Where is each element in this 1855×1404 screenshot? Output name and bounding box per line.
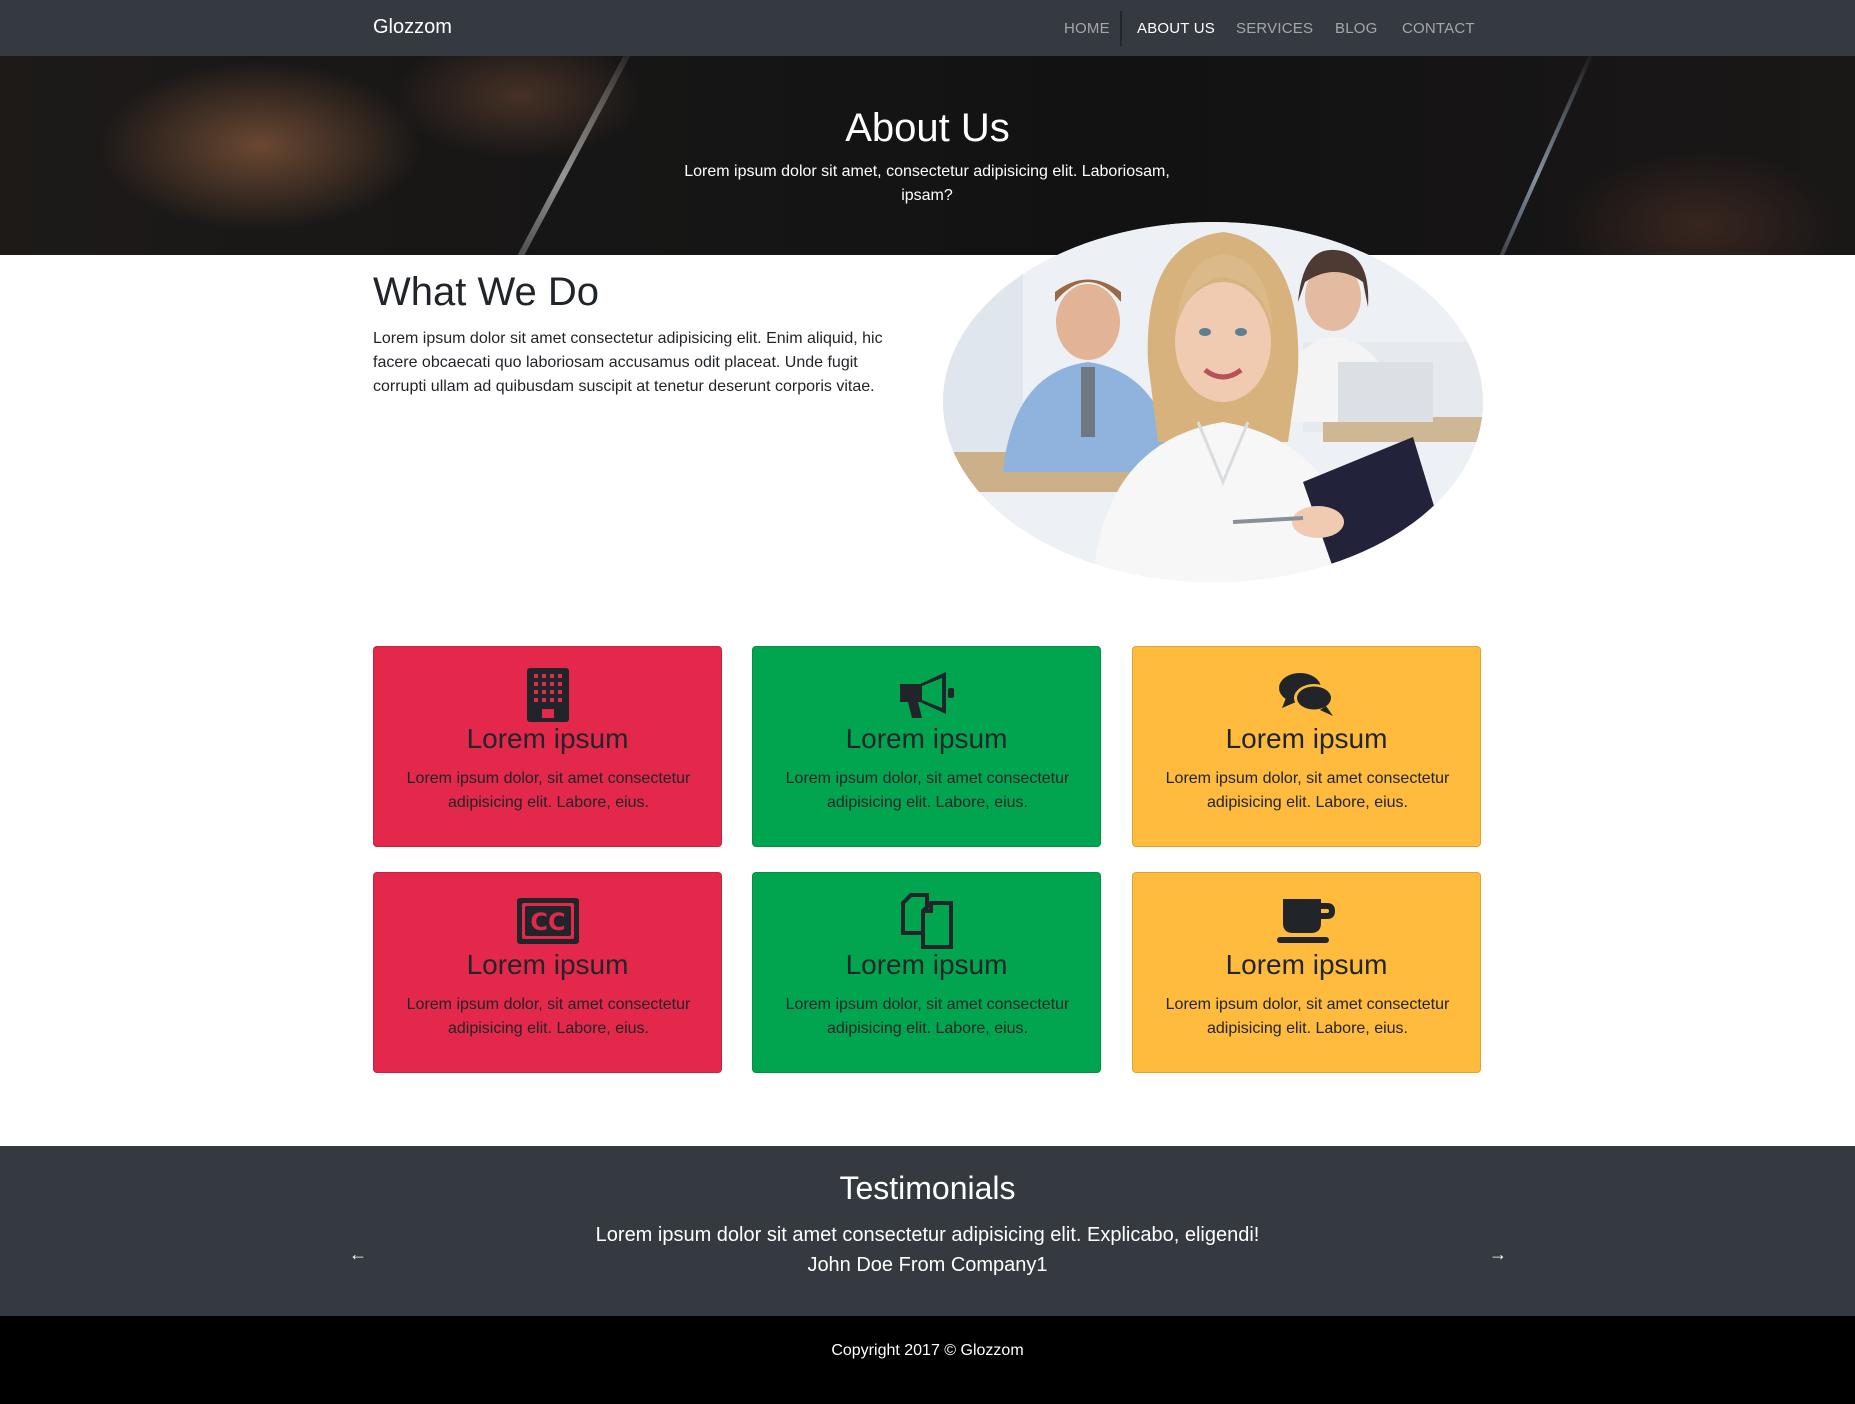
feature-card-title: Lorem ipsum (1225, 949, 1388, 980)
nav-divider (1120, 11, 1122, 46)
feature-card-title: Lorem ipsum (466, 723, 629, 754)
hero-subtitle: Lorem ipsum dolor sit amet, consectetur … (684, 163, 1170, 204)
nav-menu: HOME ABOUT US SERVICES BLOG CONTACT (0, 0, 1855, 56)
copyright-text: Copyright 2017 © Glozzom (831, 1342, 1024, 1359)
feature-card: Lorem ipsum Lorem ipsum dolor, sit amet … (752, 646, 1101, 847)
hero-light-streak (1478, 56, 1596, 255)
copy-icon (753, 893, 1100, 949)
feature-card: Lorem ipsum Lorem ipsum dolor, sit amet … (752, 872, 1101, 1073)
feature-card-text: Lorem ipsum dolor, sit amet consectetur … (785, 996, 1070, 1037)
team-photo (943, 222, 1483, 582)
what-we-do-title: What We Do (373, 270, 599, 314)
feature-card-title: Lorem ipsum (845, 949, 1008, 980)
nav-item-home[interactable]: HOME (1064, 20, 1110, 37)
feature-card-title: Lorem ipsum (845, 723, 1008, 754)
coffee-icon (1133, 893, 1480, 949)
comments-icon (1133, 667, 1480, 723)
feature-card: Lorem ipsum Lorem ipsum dolor, sit amet … (1132, 872, 1481, 1073)
carousel-next-arrow-icon[interactable]: → (1489, 1244, 1507, 1265)
footer: Copyright 2017 © Glozzom (0, 1316, 1855, 1404)
nav-item-blog[interactable]: BLOG (1335, 20, 1377, 37)
feature-card-text: Lorem ipsum dolor, sit amet consectetur … (1165, 770, 1450, 811)
feature-card: CC Lorem ipsum Lorem ipsum dolor, sit am… (373, 872, 722, 1073)
feature-card: Lorem ipsum Lorem ipsum dolor, sit amet … (1132, 646, 1481, 847)
nav-item-services[interactable]: SERVICES (1236, 20, 1313, 37)
brand-logo[interactable]: Glozzom (373, 16, 452, 39)
what-we-do-text: Lorem ipsum dolor sit amet consectetur a… (373, 330, 883, 395)
navbar: Glozzom HOME ABOUT US SERVICES BLOG CONT… (0, 0, 1855, 56)
testimonial-author: John Doe From Company1 (807, 1254, 1048, 1276)
testimonials-section: Testimonials Lorem ipsum dolor sit amet … (0, 1146, 1855, 1316)
feature-card: Lorem ipsum Lorem ipsum dolor, sit amet … (373, 646, 722, 847)
carousel-prev-arrow-icon[interactable]: ← (349, 1244, 367, 1265)
team-photo-illustration (943, 222, 1483, 582)
svg-text:CC: CC (530, 908, 565, 936)
hero-banner: About Us Lorem ipsum dolor sit amet, con… (0, 56, 1855, 255)
feature-card-text: Lorem ipsum dolor, sit amet consectetur … (1165, 996, 1450, 1037)
building-icon (374, 667, 721, 723)
nav-item-about-us[interactable]: ABOUT US (1137, 20, 1215, 37)
hero-light-streak (485, 56, 641, 255)
closed-captioning-icon: CC (374, 893, 721, 949)
hero-title: About Us (845, 106, 1010, 150)
feature-card-title: Lorem ipsum (466, 949, 629, 980)
feature-card-text: Lorem ipsum dolor, sit amet consectetur … (785, 770, 1070, 811)
feature-card-text: Lorem ipsum dolor, sit amet consectetur … (406, 996, 691, 1037)
feature-card-title: Lorem ipsum (1225, 723, 1388, 754)
testimonials-title: Testimonials (839, 1170, 1016, 1206)
testimonial-quote: Lorem ipsum dolor sit amet consectetur a… (595, 1224, 1260, 1246)
bullhorn-icon (753, 667, 1100, 723)
feature-card-text: Lorem ipsum dolor, sit amet consectetur … (406, 770, 691, 811)
nav-item-contact[interactable]: CONTACT (1402, 20, 1475, 37)
